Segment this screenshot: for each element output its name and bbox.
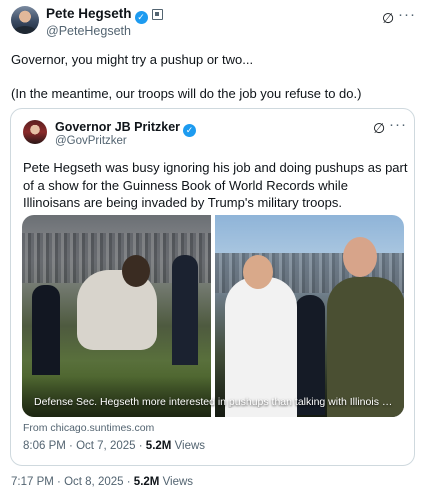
uniformed-officer-head [343, 237, 377, 277]
quoted-grok-icon[interactable]: ∅ [373, 120, 385, 137]
government-badge-icon [151, 9, 163, 20]
quoted-post-text: Pete Hegseth was busy ignoring his job a… [23, 160, 408, 210]
pushup-person-head [122, 255, 150, 287]
more-options-icon[interactable]: ··· [398, 6, 416, 23]
meta-separator: · [126, 476, 131, 488]
link-source[interactable]: From chicago.suntimes.com [23, 422, 154, 434]
pushup-photo[interactable] [22, 215, 211, 417]
post-meta: 7:17 PM · Oct 8, 2025 · 5.2M Views [11, 476, 193, 488]
quoted-author-avatar[interactable] [23, 120, 47, 144]
quoted-post-meta: 8:06 PM · Oct 7, 2025 · 5.2M Views [23, 440, 205, 452]
author-name-line[interactable]: Pete Hegseth ✓ [46, 6, 163, 24]
post-text-line-1: Governor, you might try a pushup or two.… [11, 52, 254, 67]
link-card-caption[interactable]: Defense Sec. Hegseth more interested in … [34, 396, 394, 408]
link-card-media[interactable]: Defense Sec. Hegseth more interested in … [22, 215, 404, 417]
officer-figure [172, 255, 198, 365]
post-text-line-2: (In the meantime, our troops will do the… [11, 86, 362, 101]
meta-separator: · [138, 440, 143, 452]
white-shirt-man-head [243, 255, 273, 289]
post-date[interactable]: Oct 8, 2025 [64, 476, 123, 488]
quoted-post-time[interactable]: 8:06 PM [23, 440, 66, 452]
views-label: Views [162, 476, 194, 488]
meta-separator: · [57, 476, 61, 488]
quoted-author-handle[interactable]: @GovPritzker [55, 135, 127, 147]
quoted-author-name[interactable]: Governor JB Pritzker [55, 120, 180, 134]
quoted-verified-badge-icon: ✓ [183, 124, 197, 137]
author-name[interactable]: Pete Hegseth [46, 6, 132, 21]
avatar-suit [14, 26, 36, 34]
sailor-figure [32, 285, 60, 375]
post-time[interactable]: 7:17 PM [11, 476, 54, 488]
author-avatar[interactable] [11, 6, 39, 34]
quoted-post-date[interactable]: Oct 7, 2025 [76, 440, 135, 452]
quoted-views-label: Views [174, 440, 206, 452]
grok-icon[interactable]: ∅ [382, 10, 394, 27]
quoted-more-options-icon[interactable]: ··· [389, 116, 407, 133]
views-count[interactable]: 5.2M [134, 476, 160, 488]
handshake-photo[interactable] [215, 215, 404, 417]
author-handle[interactable]: @PeteHegseth [46, 24, 131, 38]
post: Pete Hegseth ✓ @PeteHegseth ∅ ··· Governo… [0, 0, 425, 500]
quoted-post[interactable]: Governor JB Pritzker ✓ @GovPritzker ∅ ···… [10, 108, 415, 466]
verified-badge-icon: ✓ [134, 11, 148, 24]
quoted-views-count[interactable]: 5.2M [146, 440, 172, 452]
meta-separator: · [69, 440, 73, 452]
